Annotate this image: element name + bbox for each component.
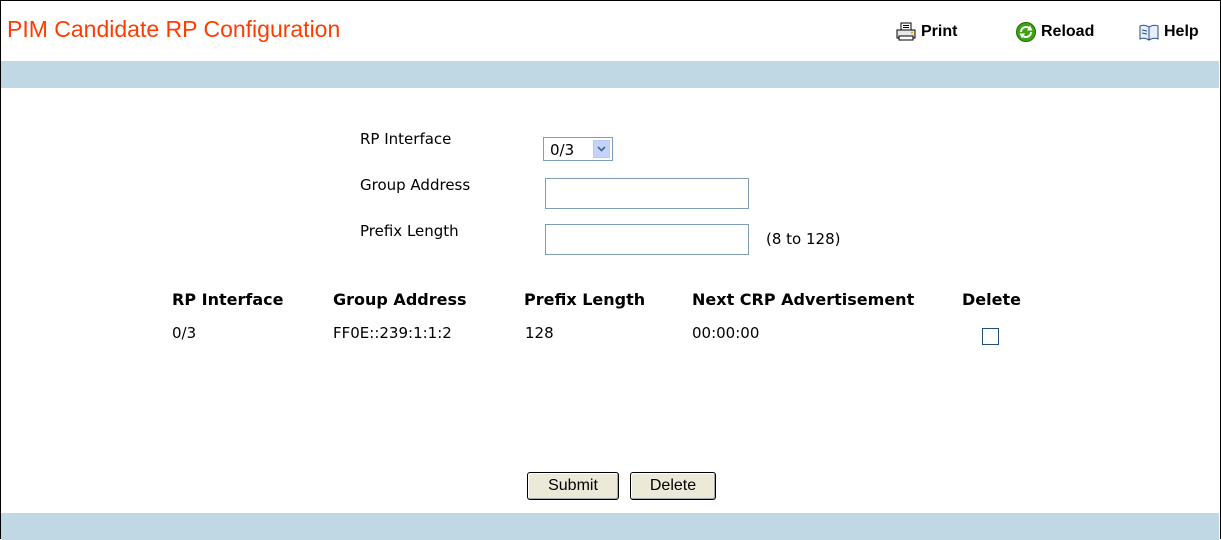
column-header-rp-interface: RP Interface [172, 290, 284, 309]
group-address-label: Group Address [360, 176, 471, 194]
top-divider-bar [1, 61, 1219, 88]
column-header-next-crp-advertisement: Next CRP Advertisement [692, 290, 915, 309]
cell-rp-interface: 0/3 [172, 324, 197, 342]
reload-label: Reload [1041, 23, 1095, 40]
printer-icon [895, 21, 917, 43]
print-link[interactable]: Print [895, 20, 957, 44]
cell-group-address: FF0E::239:1:1:2 [333, 324, 452, 342]
cell-prefix-length: 128 [525, 324, 554, 342]
reload-icon [1015, 21, 1037, 43]
help-label: Help [1164, 23, 1199, 40]
print-label: Print [921, 23, 958, 40]
rp-interface-label: RP Interface [360, 130, 452, 148]
row-delete-checkbox[interactable] [982, 328, 999, 345]
delete-button[interactable]: Delete [630, 472, 716, 500]
prefix-length-range-hint: (8 to 128) [766, 230, 841, 248]
chevron-down-icon[interactable] [593, 140, 610, 158]
page-header: PIM Candidate RP Configuration Print Rel… [1, 1, 1219, 61]
column-header-prefix-length: Prefix Length [524, 290, 646, 309]
page-title: PIM Candidate RP Configuration [7, 16, 341, 42]
column-header-delete: Delete [962, 290, 1021, 309]
rp-interface-select-value: 0/3 [550, 141, 575, 159]
cell-next-crp-advertisement: 00:00:00 [692, 324, 760, 342]
prefix-length-label: Prefix Length [360, 222, 459, 240]
bottom-divider-bar [1, 513, 1219, 540]
help-link[interactable]: Help [1138, 20, 1199, 44]
group-address-input[interactable] [545, 178, 749, 209]
help-book-icon [1138, 21, 1160, 43]
prefix-length-input[interactable] [545, 224, 749, 255]
column-header-group-address: Group Address [333, 290, 467, 309]
submit-button[interactable]: Submit [527, 472, 619, 500]
rp-interface-select[interactable]: 0/3 [543, 137, 613, 161]
reload-link[interactable]: Reload [1015, 20, 1094, 44]
